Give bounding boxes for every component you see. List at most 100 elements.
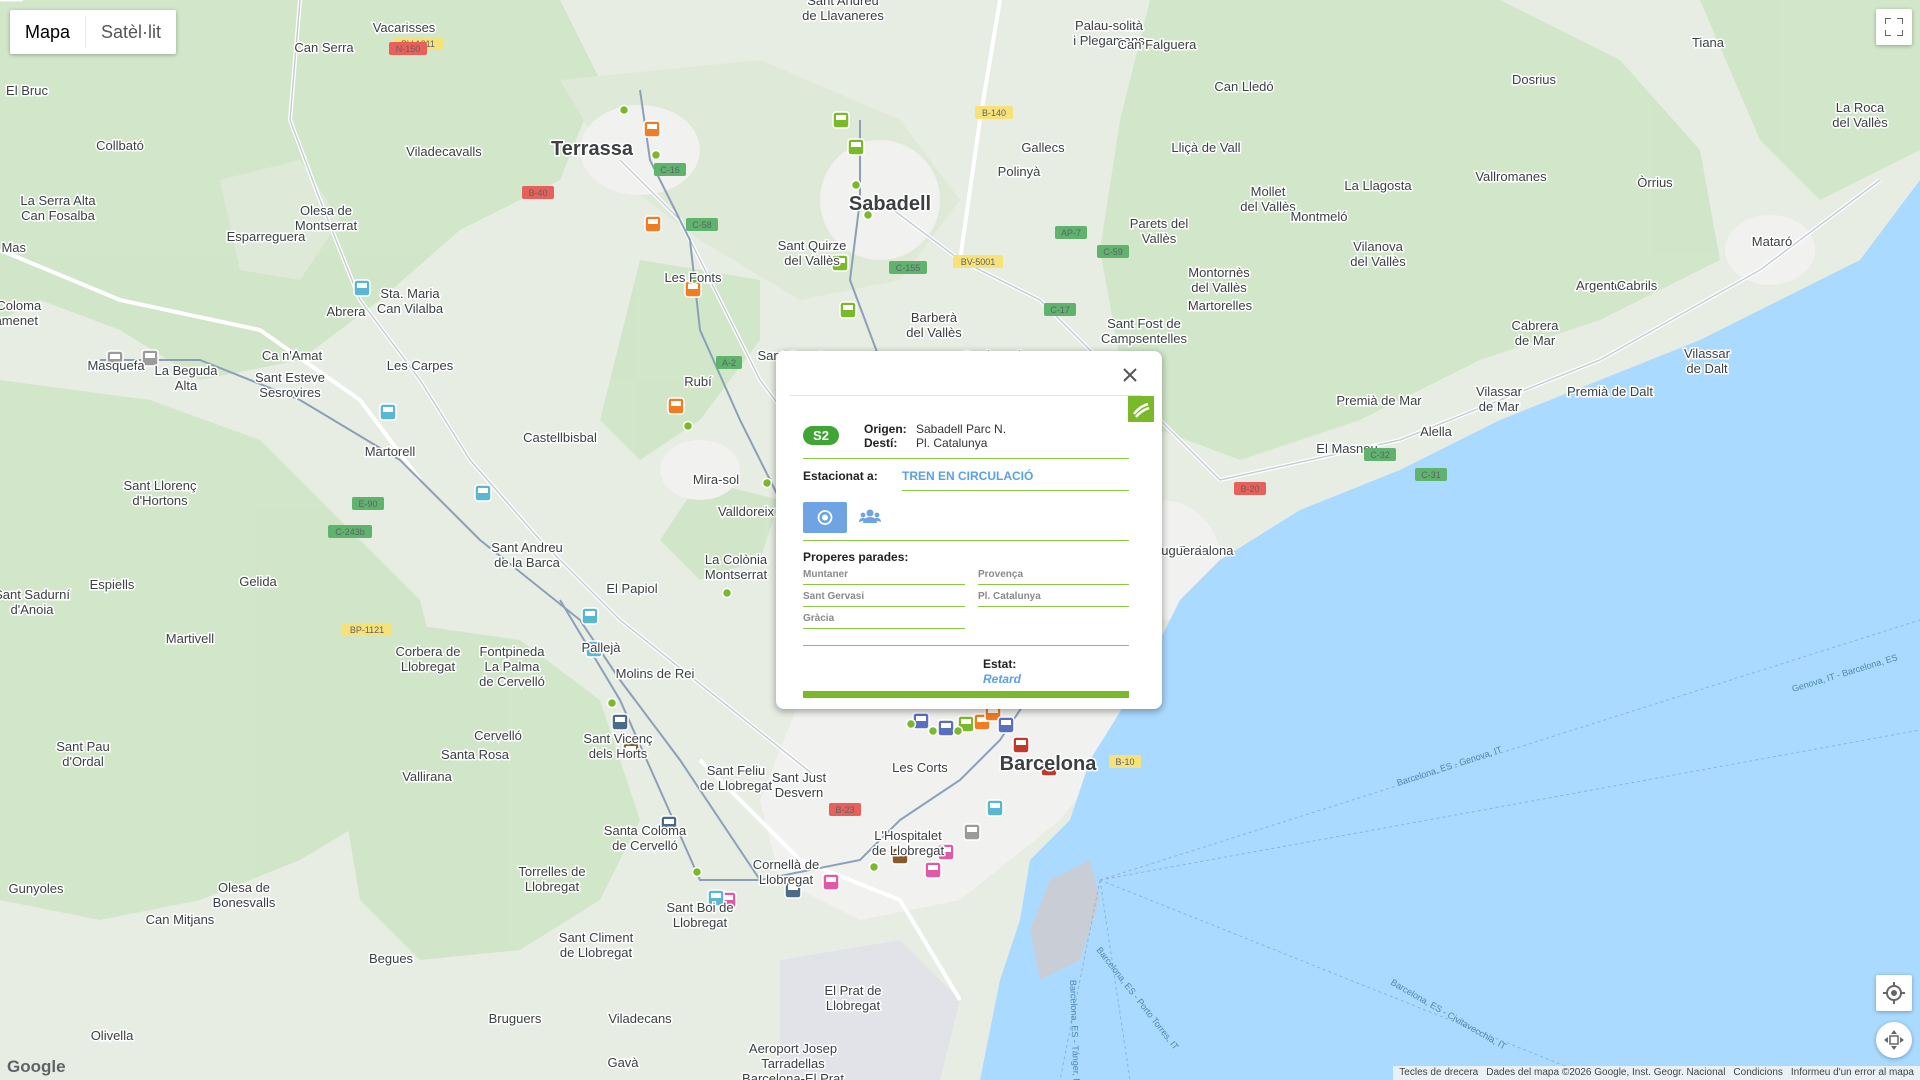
- road-shield: C-59: [1097, 245, 1129, 258]
- train-marker-icon[interactable]: [847, 138, 865, 156]
- report-error-link[interactable]: Informeu d'un error al mapa: [1791, 1066, 1914, 1080]
- train-marker-icon[interactable]: [474, 484, 492, 502]
- road-shield: E-90: [352, 497, 384, 510]
- place-label: Viladecans: [608, 1011, 672, 1026]
- train-info-window: S2 Origen: Sabadell Parc N. Destí: Pl. C…: [776, 351, 1162, 709]
- map-data-attribution: Dades del mapa ©2026 Google, Inst. Geogr…: [1486, 1067, 1726, 1078]
- divider: [803, 628, 965, 629]
- svg-text:B-140: B-140: [982, 108, 1006, 118]
- station-dot[interactable]: [606, 697, 618, 709]
- road-shield: BP-1121: [342, 623, 392, 636]
- close-button[interactable]: [1118, 363, 1142, 387]
- status-value: Retard: [983, 672, 1022, 686]
- place-label: Sant Andreu de Llavaneres: [802, 0, 884, 23]
- place-label: Rubí: [684, 374, 712, 389]
- train-marker-icon[interactable]: [611, 713, 629, 731]
- place-label: Montornès del Vallès: [1188, 265, 1250, 295]
- terms-link[interactable]: Condicions: [1733, 1066, 1782, 1080]
- road-shield: C-32: [1364, 448, 1396, 461]
- google-logo: Google: [7, 1057, 66, 1076]
- place-label: Les Fonts: [664, 270, 722, 285]
- place-label: Vallirana: [402, 769, 452, 784]
- map-type-map-button[interactable]: Mapa: [10, 10, 85, 54]
- road-shield: C-243b: [328, 525, 372, 538]
- train-marker-icon[interactable]: [667, 397, 685, 415]
- occupancy-button[interactable]: [859, 507, 881, 527]
- train-marker-icon[interactable]: [924, 861, 942, 879]
- road-shield: A-2: [716, 356, 742, 369]
- place-label: Can Mas: [0, 240, 27, 255]
- locate-train-button[interactable]: [803, 502, 847, 533]
- place-label: Estelats: [0, 0, 24, 3]
- station-dot[interactable]: [650, 149, 662, 161]
- map-type-control: Mapa Satèl·lit: [10, 10, 177, 54]
- road-shield: B-10: [1109, 755, 1141, 768]
- train-marker-icon[interactable]: [1012, 736, 1030, 754]
- place-label: Les Carpes: [387, 358, 454, 373]
- divider: [978, 606, 1129, 607]
- move-arrows-icon: [1884, 1030, 1904, 1050]
- place-label: Olesa de Bonesvalls: [213, 880, 276, 910]
- svg-text:B-40: B-40: [528, 188, 547, 198]
- train-marker-icon[interactable]: [379, 403, 397, 421]
- place-label: Esparreguera: [227, 229, 307, 244]
- place-label: El Papiol: [606, 581, 657, 596]
- stop-item: Sant Gervasi: [803, 591, 865, 602]
- station-dot[interactable]: [691, 866, 703, 878]
- station-dot[interactable]: [952, 725, 964, 737]
- station-dot[interactable]: [868, 861, 880, 873]
- my-location-button[interactable]: [1876, 975, 1912, 1011]
- train-marker-icon[interactable]: [832, 111, 850, 129]
- station-dot[interactable]: [618, 104, 630, 116]
- stop-item: Provença: [978, 569, 1024, 580]
- place-label: Ca n'Amat: [262, 348, 323, 363]
- station-dot[interactable]: [721, 587, 733, 599]
- place-label: Castellbisbal: [523, 430, 597, 445]
- fullscreen-button[interactable]: [1876, 9, 1912, 45]
- place-label: Vacarisses: [373, 20, 436, 35]
- station-dot[interactable]: [927, 725, 939, 737]
- svg-text:B-23: B-23: [835, 805, 854, 815]
- train-marker-icon[interactable]: [839, 301, 857, 319]
- station-dot[interactable]: [905, 718, 917, 730]
- road-shield: C-31: [1415, 468, 1447, 481]
- place-label: Sabadell: [849, 193, 931, 215]
- station-dot[interactable]: [850, 179, 862, 191]
- place-label: Fontpineda La Palma de Cervelló: [479, 644, 545, 689]
- train-marker-icon[interactable]: [937, 719, 955, 737]
- road-shield: B-23: [829, 803, 861, 816]
- place-label: Vallromanes: [1475, 169, 1547, 184]
- fullscreen-icon: [1885, 18, 1903, 36]
- svg-text:N-150: N-150: [396, 44, 421, 54]
- train-marker-icon[interactable]: [986, 799, 1004, 817]
- place-label: Òrrius: [1637, 175, 1673, 190]
- train-marker-icon[interactable]: [822, 873, 840, 891]
- svg-text:AP-7: AP-7: [1061, 228, 1081, 238]
- train-marker-icon[interactable]: [643, 120, 661, 138]
- station-dot[interactable]: [761, 477, 773, 489]
- road-shield: AP-7: [1055, 226, 1087, 239]
- train-marker-icon[interactable]: [644, 215, 662, 233]
- train-marker-icon[interactable]: [353, 279, 371, 297]
- divider: [803, 458, 1129, 459]
- map-type-satellite-button[interactable]: Satèl·lit: [86, 10, 176, 54]
- stop-item: Gràcia: [803, 613, 835, 624]
- place-label: Collbató: [96, 138, 144, 153]
- station-dot[interactable]: [682, 420, 694, 432]
- place-label: Gelida: [239, 574, 277, 589]
- place-label: Sant Feliu de Llobregat: [700, 763, 773, 793]
- place-label: Cabrera de Mar: [1512, 318, 1560, 348]
- train-marker-icon[interactable]: [997, 716, 1015, 734]
- keyboard-shortcuts-link[interactable]: Tecles de drecera: [1399, 1066, 1478, 1080]
- place-label: Barcelona: [1000, 753, 1098, 775]
- camera-control-button[interactable]: [1876, 1022, 1912, 1058]
- svg-text:BP-1121: BP-1121: [350, 625, 384, 635]
- status-label: Estat:: [983, 657, 1017, 671]
- train-marker-icon[interactable]: [581, 607, 599, 625]
- place-label: Gunyoles: [9, 881, 64, 896]
- place-label: La Roca del Vallès: [1832, 100, 1888, 130]
- place-label: Masquefa: [87, 358, 145, 373]
- train-marker-icon[interactable]: [963, 823, 981, 841]
- place-label: Sant Vicenç dels Horts: [583, 731, 653, 761]
- stop-item: Pl. Catalunya: [978, 591, 1041, 602]
